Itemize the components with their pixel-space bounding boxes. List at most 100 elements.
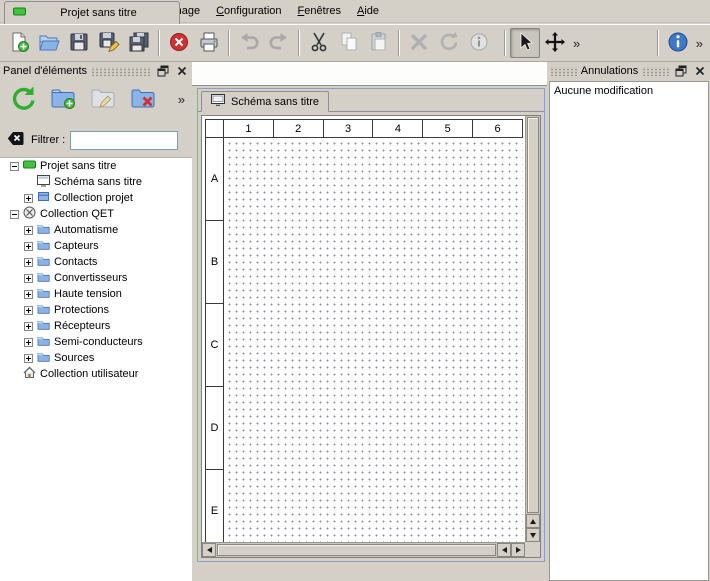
tree-item-projet-sans-titre[interactable]: Projet sans titre [0,158,192,174]
schema-grid[interactable] [223,137,523,542]
expand-icon[interactable] [24,354,33,363]
undo-button[interactable] [234,28,264,58]
horizontal-scrollbar-track[interactable] [216,543,497,557]
tree-item-collection-utilisateur[interactable]: Collection utilisateur [0,366,192,382]
expand-icon[interactable] [24,194,33,203]
project-tab[interactable]: Projet sans titre [4,1,180,24]
menu-fenetres[interactable]: Fenêtres [290,1,349,21]
folder-icon [37,350,50,366]
project-icon [13,5,26,21]
project-icon [23,158,36,174]
horizontal-scrollbar-thumb[interactable] [217,544,496,556]
vertical-scrollbar[interactable] [525,116,540,542]
qet-collection-icon [23,206,36,222]
about-element-button[interactable] [464,28,494,58]
dock-grip[interactable] [550,67,577,76]
printer-icon [198,31,220,56]
clear-filter-button[interactable] [4,130,26,150]
collapse-icon[interactable] [10,162,19,171]
tree-item-recepteurs[interactable]: Récepteurs [0,318,192,334]
float-dock-button[interactable] [155,64,170,78]
expand-icon[interactable] [24,258,33,267]
tree-item-sources[interactable]: Sources [0,350,192,366]
tree-item-label: Contacts [54,256,97,268]
expand-icon[interactable] [24,306,33,315]
collapse-icon[interactable] [10,210,19,219]
dock-grip[interactable] [642,67,669,76]
dock-grip[interactable] [91,67,151,76]
close-project-button[interactable] [164,28,194,58]
tree-item-collection-projet[interactable]: Collection projet [0,190,192,206]
cut-button[interactable] [304,28,334,58]
close-dock-button[interactable] [174,64,189,78]
reload-collections-button[interactable] [8,84,38,114]
vertical-scrollbar-track[interactable] [526,116,540,514]
left-arrow-icon [207,547,212,553]
schema-view[interactable]: 1 2 3 4 5 6 A B C D E [201,115,541,558]
delete-x-icon [408,31,430,56]
column-header: 5 [422,119,473,138]
selection-mode-button[interactable] [510,28,540,58]
scroll-right-button[interactable] [511,543,525,557]
rotate-button[interactable] [434,28,464,58]
tree-item-convertisseurs[interactable]: Convertisseurs [0,270,192,286]
panel-overflow-chevron[interactable]: » [175,92,188,107]
expand-icon[interactable] [24,274,33,283]
float-dock-button[interactable] [673,64,688,78]
schema-tab[interactable]: Schéma sans titre [201,91,329,112]
menu-configuration[interactable]: Configuration [208,1,289,21]
tree-item-haute-tension[interactable]: Haute tension [0,286,192,302]
filter-input[interactable] [70,131,178,150]
qelectrotech-window: { "menubar": { "items": ["Fichier", "Édi… [0,0,710,581]
tree-item-protections[interactable]: Protections [0,302,192,318]
redo-button[interactable] [264,28,294,58]
delete-collection-item-button[interactable] [128,84,158,114]
save-all-button[interactable] [124,28,154,58]
vertical-scrollbar-thumb[interactable] [527,117,539,513]
move-mode-button[interactable] [540,28,570,58]
undo-panel-title: Annulations [581,65,639,77]
schema-canvas[interactable]: 1 2 3 4 5 6 A B C D E [202,116,525,542]
print-button[interactable] [194,28,224,58]
elements-panel-titlebar[interactable]: Panel d'éléments [0,62,192,80]
copy-button[interactable] [334,28,364,58]
toolbar-overflow-chevron[interactable]: » [570,36,583,51]
expand-icon[interactable] [24,242,33,251]
menu-aide[interactable]: Aide [349,1,387,21]
information-button[interactable] [663,28,693,58]
scroll-down-button[interactable] [526,528,540,542]
edit-collection-item-button[interactable] [88,84,118,114]
undo-panel-dock: Annulations Aucune modification [547,62,710,581]
new-collection-item-button[interactable] [48,84,78,114]
delete-button[interactable] [404,28,434,58]
scrollbar-corner [525,542,540,557]
undo-history-list[interactable]: Aucune modification [549,81,709,581]
undo-panel-titlebar[interactable]: Annulations [547,62,710,80]
expand-icon[interactable] [24,226,33,235]
redo-icon [268,31,290,56]
column-header: 2 [273,119,324,138]
new-project-button[interactable] [4,28,34,58]
expand-icon[interactable] [24,322,33,331]
tree-item-schema-sans-titre[interactable]: Schéma sans titre [0,174,192,190]
filter-row: Filtrer : [0,128,192,152]
scroll-up-button[interactable] [526,514,540,528]
expand-icon[interactable] [24,290,33,299]
paste-button[interactable] [364,28,394,58]
save-as-button[interactable] [94,28,124,58]
scroll-left-button-2[interactable] [497,543,511,557]
tree-item-contacts[interactable]: Contacts [0,254,192,270]
horizontal-scrollbar[interactable] [202,542,525,557]
tree-item-semi-conducteurs[interactable]: Semi-conducteurs [0,334,192,350]
tree-item-collection-qet[interactable]: Collection QET [0,206,192,222]
save-button[interactable] [64,28,94,58]
cursor-arrow-icon [514,31,536,56]
toolbar-overflow-chevron[interactable]: » [693,36,706,51]
open-project-button[interactable] [34,28,64,58]
tree-item-capteurs[interactable]: Capteurs [0,238,192,254]
tree-item-label: Collection projet [54,192,133,204]
expand-icon[interactable] [24,338,33,347]
tree-item-automatisme[interactable]: Automatisme [0,222,192,238]
close-dock-button[interactable] [692,64,707,78]
scroll-left-button[interactable] [202,543,216,557]
